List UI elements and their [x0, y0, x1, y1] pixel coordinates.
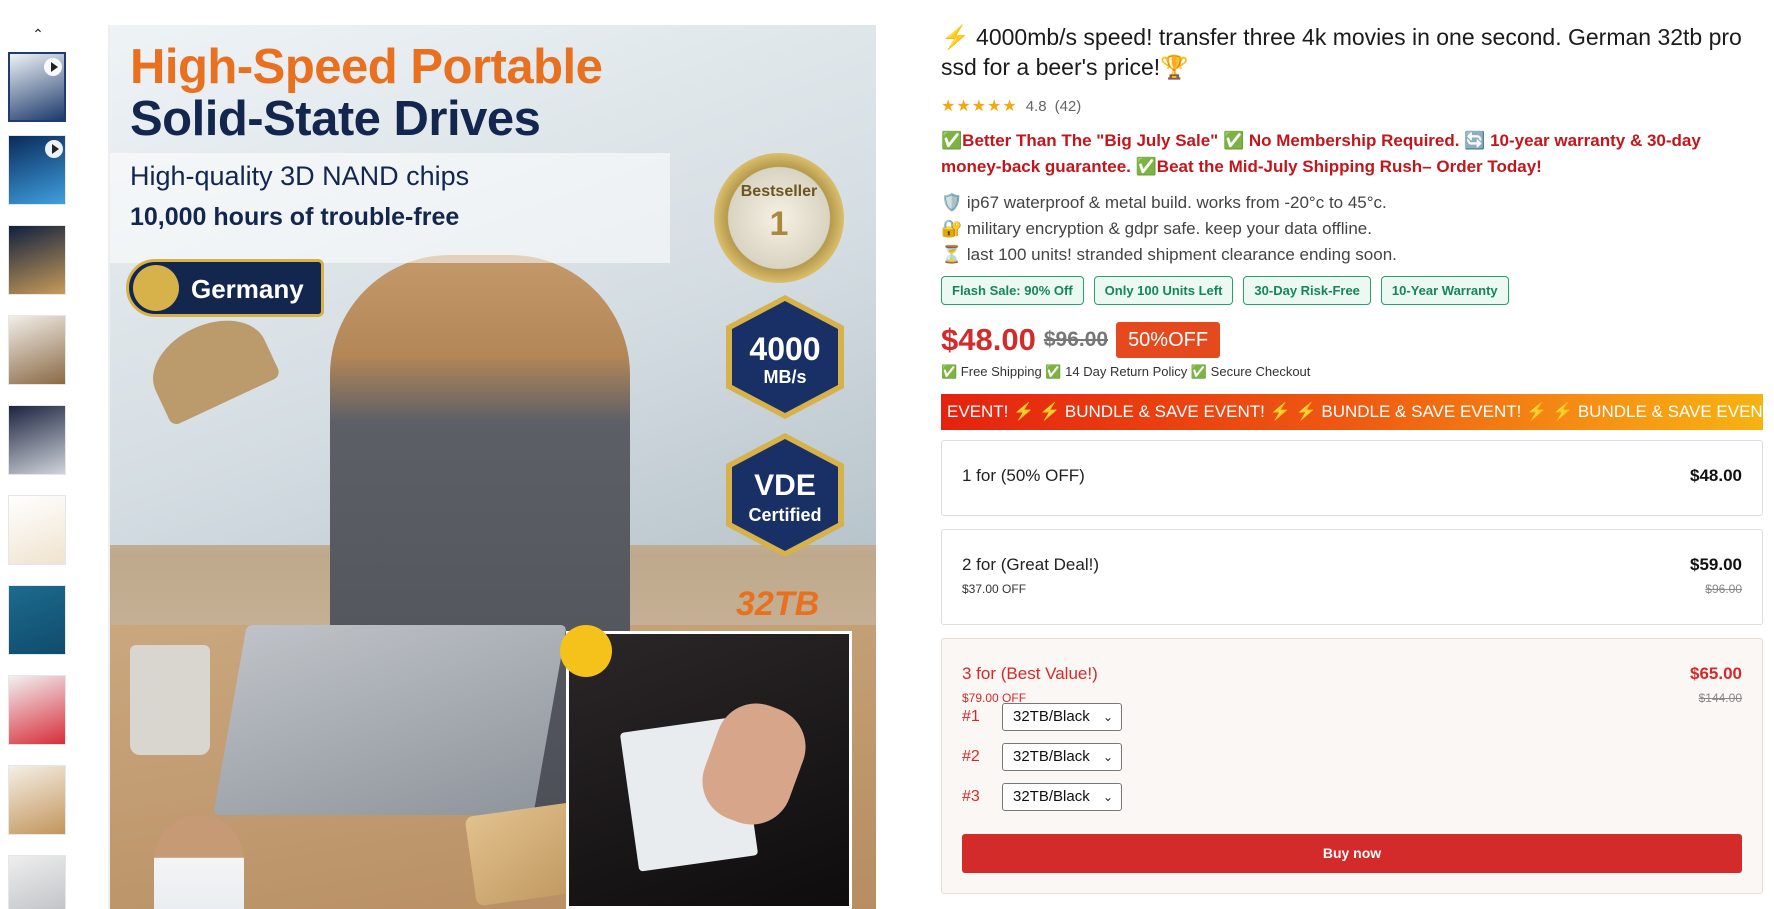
- expert-avatar: [154, 815, 244, 909]
- variant-number: #2: [962, 748, 980, 765]
- image-headline-1: High-Speed Portable: [130, 40, 603, 94]
- thumbnail-5[interactable]: [8, 405, 66, 475]
- rating-row[interactable]: ★★★★★ 4.8 (42): [941, 96, 1081, 116]
- variant-select[interactable]: 32TB/Black ⌄: [1002, 783, 1122, 811]
- bundle-price: $59.00: [1690, 555, 1742, 574]
- tag-risk-free: 30-Day Risk-Free: [1243, 276, 1371, 305]
- variant-select-value: 32TB/Black: [1013, 708, 1090, 725]
- vde-hex-top: VDE: [754, 469, 816, 502]
- bundle-label: 2 for (Great Deal!): [962, 555, 1099, 574]
- germany-badge-label: Germany: [191, 274, 304, 304]
- germany-badge: Germany: [126, 259, 324, 317]
- feature-item: 🛡️ ip67 waterproof & metal build. works …: [941, 193, 1387, 212]
- discount-badge: 50%OFF: [1116, 322, 1221, 358]
- thumbnail-7[interactable]: [8, 585, 66, 655]
- feature-list: 🛡️ ip67 waterproof & metal build. works …: [941, 190, 1763, 268]
- image-headline-2: Solid-State Drives: [130, 92, 541, 146]
- buy-now-button[interactable]: Buy now: [962, 834, 1742, 873]
- thumbnail-1[interactable]: [8, 52, 66, 122]
- variant-number: #1: [962, 708, 980, 725]
- eagle-emblem-icon: [133, 265, 179, 311]
- thumbnail-3[interactable]: [8, 225, 66, 295]
- thumbnail-6[interactable]: [8, 495, 66, 565]
- variant-select-value: 32TB/Black: [1013, 788, 1090, 805]
- chevron-down-icon: ⌄: [1102, 710, 1113, 724]
- bundle-savings: $37.00 OFF: [962, 582, 1027, 596]
- promo-text: ✅Better Than The "Big July Sale" ✅ No Me…: [941, 131, 1701, 176]
- variant-number: #3: [962, 788, 980, 805]
- inset-photo: [566, 631, 852, 909]
- thumbnail-10[interactable]: [8, 855, 66, 909]
- price-row: $48.00 $96.00 50%OFF: [941, 320, 1221, 360]
- marquee-text: EVENT! ⚡ ⚡ BUNDLE & SAVE EVENT! ⚡ ⚡ BUND…: [947, 402, 1763, 421]
- bundle-price: $48.00: [1690, 466, 1742, 485]
- tag-units-left: Only 100 Units Left: [1093, 276, 1234, 305]
- thumbnail-2[interactable]: [8, 135, 66, 205]
- variant-select[interactable]: 32TB/Black ⌄: [1002, 743, 1122, 771]
- current-price: $48.00: [941, 322, 1036, 357]
- tag-list: Flash Sale: 90% Off Only 100 Units Left …: [941, 276, 1519, 305]
- bundle-price: $65.00: [1690, 664, 1742, 683]
- play-icon: [45, 140, 63, 158]
- chevron-down-icon: ⌄: [1102, 750, 1113, 764]
- thumbnail-9[interactable]: [8, 765, 66, 835]
- speed-hex-bottom: MB/s: [763, 367, 807, 387]
- sun-emoji-icon: [560, 625, 612, 677]
- play-icon: [44, 58, 62, 76]
- feature-item: ⏳ last 100 units! stranded shipment clea…: [941, 245, 1397, 264]
- variant-row-3: #3 32TB/Black ⌄: [962, 783, 1122, 811]
- bundle-option-1[interactable]: 1 for (50% OFF) $48.00: [941, 440, 1763, 516]
- review-count[interactable]: (42): [1055, 98, 1082, 115]
- bestseller-medal: Bestseller 1: [714, 153, 844, 283]
- bundle-label: 3 for (Best Value!): [962, 664, 1098, 683]
- medal-number: 1: [769, 205, 789, 243]
- bundle-option-3[interactable]: 3 for (Best Value!) $65.00 $79.00 OFF $1…: [941, 638, 1763, 894]
- medal-label: Bestseller: [740, 183, 818, 200]
- speed-hex-top: 4000: [749, 331, 821, 367]
- image-subline-1: High-quality 3D NAND chips: [130, 161, 470, 191]
- product-title: ⚡ 4000mb/s speed! transfer three 4k movi…: [941, 24, 1742, 80]
- bundle-original-price: $144.00: [1698, 691, 1742, 705]
- bundle-original-price: $96.00: [1705, 582, 1742, 596]
- rating-value: 4.8: [1025, 97, 1047, 115]
- main-product-image[interactable]: High-Speed Portable Solid-State Drives H…: [108, 25, 876, 909]
- variant-row-1: #1 32TB/Black ⌄: [962, 703, 1122, 731]
- laptop: [213, 625, 567, 815]
- tag-flash-sale: Flash Sale: 90% Off: [941, 276, 1084, 305]
- original-price: $96.00: [1043, 328, 1109, 351]
- vde-hex-bottom: Certified: [748, 505, 822, 525]
- chevron-up-icon[interactable]: ⌃: [30, 26, 46, 42]
- thumbnail-8[interactable]: [8, 675, 66, 745]
- image-subline-2: 10,000 hours of trouble-free: [130, 203, 460, 231]
- variant-select[interactable]: 32TB/Black ⌄: [1002, 703, 1122, 731]
- tag-warranty: 10-Year Warranty: [1380, 276, 1509, 305]
- feature-item: 🔐 military encryption & gdpr safe. keep …: [941, 219, 1372, 238]
- bundle-marquee: EVENT! ⚡ ⚡ BUNDLE & SAVE EVENT! ⚡ ⚡ BUND…: [941, 394, 1763, 430]
- variant-select-value: 32TB/Black: [1013, 748, 1090, 765]
- bundle-label: 1 for (50% OFF): [962, 466, 1085, 485]
- thumbnail-strip: ⌃: [8, 26, 68, 909]
- chevron-down-icon: ⌄: [1102, 790, 1113, 804]
- capacity-label: 32TB: [736, 585, 820, 623]
- bundle-option-2[interactable]: 2 for (Great Deal!) $59.00 $37.00 OFF $9…: [941, 529, 1763, 625]
- thumbnail-4[interactable]: [8, 315, 66, 385]
- variant-row-2: #2 32TB/Black ⌄: [962, 743, 1122, 771]
- star-rating-icon: ★★★★★: [941, 98, 1018, 115]
- trust-badges: ✅ Free Shipping ✅ 14 Day Return Policy ✅…: [941, 364, 1311, 379]
- coffee-mug: [130, 645, 210, 755]
